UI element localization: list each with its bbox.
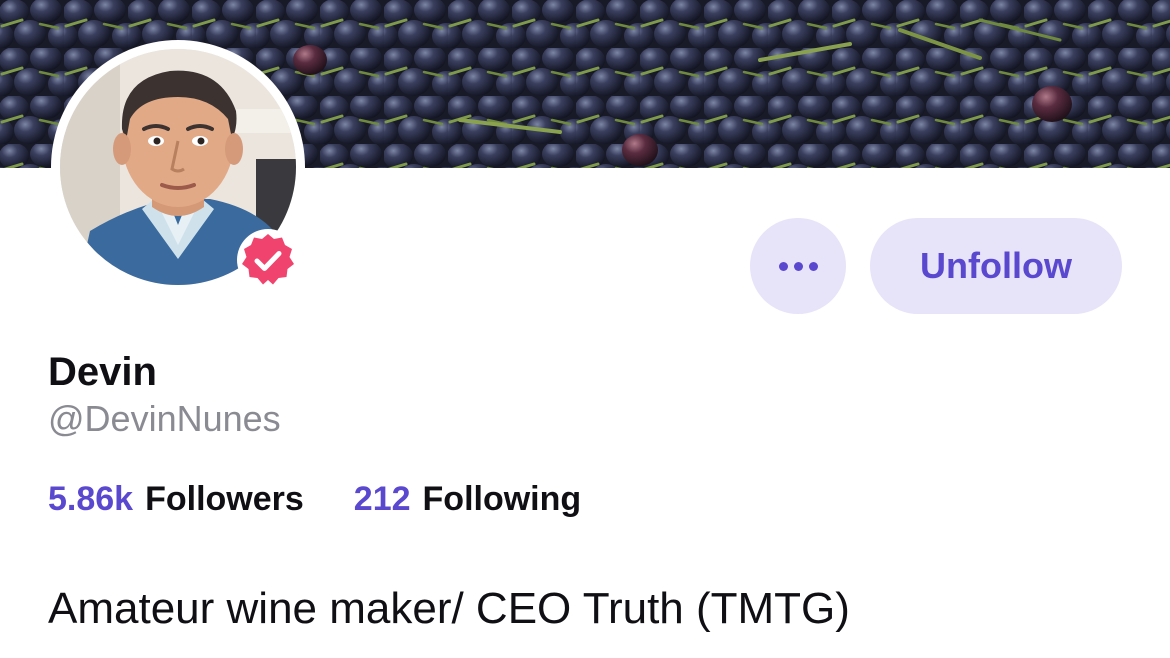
following-count: 212 (353, 480, 411, 518)
followers-link[interactable]: 5.86k Followers (48, 476, 304, 522)
more-options-button[interactable] (750, 218, 846, 314)
followers-count: 5.86k (48, 480, 134, 518)
profile-display-name: Devin (48, 350, 157, 394)
unfollow-button[interactable]: Unfollow (870, 218, 1122, 314)
following-label: Following (422, 480, 582, 518)
verified-badge-icon (236, 228, 300, 292)
followers-label: Followers (145, 480, 304, 518)
profile-stats: 5.86k Followers 212 Following (48, 476, 581, 522)
profile-bio: Amateur wine maker/ CEO Truth (TMTG) (48, 584, 850, 633)
ellipsis-icon (776, 261, 821, 271)
profile-handle: @DevinNunes (48, 398, 281, 439)
following-link[interactable]: 212 Following (354, 476, 581, 522)
